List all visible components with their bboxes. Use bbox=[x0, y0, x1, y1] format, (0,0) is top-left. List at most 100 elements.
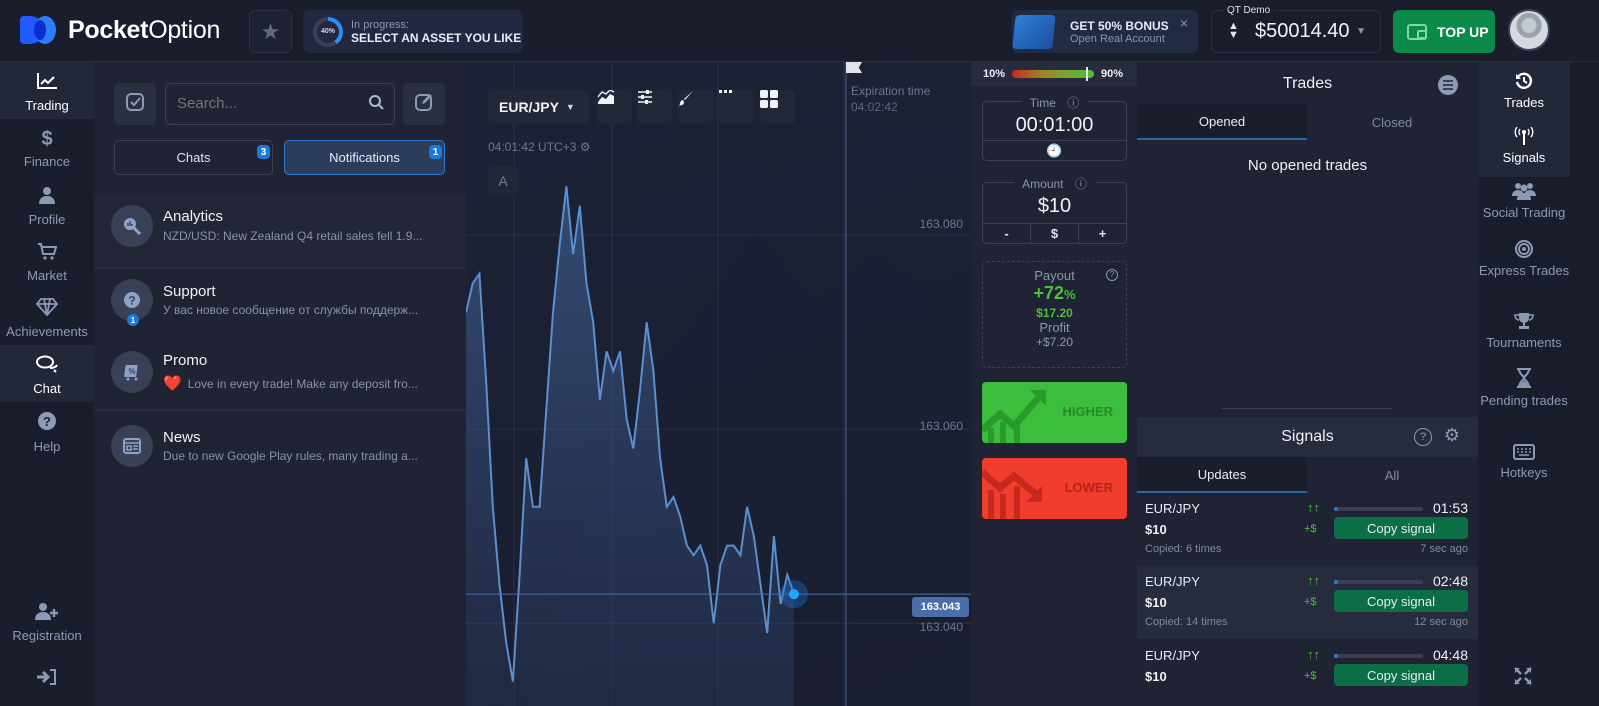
tab-all[interactable]: All bbox=[1307, 457, 1477, 493]
lower-button[interactable]: LOWER bbox=[982, 458, 1127, 519]
signal-amount: $10 bbox=[1145, 669, 1167, 684]
tab-label: Notifications bbox=[329, 150, 400, 165]
onboarding-progress[interactable]: 40% In progress: SELECT AN ASSET YOU LIK… bbox=[303, 10, 523, 53]
empty-trades-text: No opened trades bbox=[1247, 157, 1368, 174]
progress-status: In progress: bbox=[351, 18, 410, 31]
more-options-button[interactable] bbox=[719, 90, 754, 124]
y-axis-label: 163.080 bbox=[919, 217, 963, 231]
amount-value[interactable]: $10 bbox=[983, 195, 1126, 218]
copy-signal-button[interactable]: Copy signal bbox=[1334, 590, 1468, 612]
gear-icon[interactable]: ⚙ bbox=[1444, 425, 1460, 446]
copy-signal-button[interactable]: Copy signal bbox=[1334, 664, 1468, 686]
tab-notifications[interactable]: Notifications 1 bbox=[284, 140, 445, 175]
resize-handle[interactable] bbox=[1222, 408, 1392, 409]
sidebar-item-help[interactable]: ? Help bbox=[0, 411, 94, 454]
notification-item-promo[interactable]: % Promo ❤️ Love in every trade! Make any … bbox=[94, 341, 466, 413]
drawing-mode-button[interactable]: A bbox=[488, 166, 518, 196]
close-icon[interactable]: × bbox=[1180, 15, 1188, 31]
unread-badge: 3 bbox=[257, 145, 270, 159]
fullscreen-icon[interactable] bbox=[1514, 667, 1532, 691]
drawing-tools-button[interactable] bbox=[678, 90, 713, 124]
signal-pair: EUR/JPY bbox=[1145, 648, 1200, 663]
trades-title: Trades bbox=[1282, 75, 1333, 92]
clock-icon[interactable]: 🕘 bbox=[983, 141, 1126, 160]
sidebar-label: Registration bbox=[12, 628, 82, 643]
bonus-subtitle: Open Real Account bbox=[1070, 32, 1165, 45]
sidebar-item-pending-trades[interactable]: Pending trades bbox=[1478, 368, 1570, 408]
account-selector[interactable]: QT Demo ▲ ▼ $50014.40 ▼ bbox=[1211, 5, 1381, 53]
price-chart[interactable]: EUR/JPY ▼ 04:01:42 UTC+3 ⚙ A Expiration t… bbox=[466, 62, 971, 706]
time-label: Time bbox=[1025, 96, 1060, 110]
tab-updates[interactable]: Updates bbox=[1137, 457, 1307, 493]
tab-closed[interactable]: Closed bbox=[1307, 104, 1477, 140]
search-field[interactable] bbox=[165, 83, 395, 125]
sidebar-label: Hotkeys bbox=[1500, 465, 1548, 480]
notification-text: ❤️ Love in every trade! Make any deposit … bbox=[163, 374, 418, 392]
layout-button[interactable] bbox=[760, 90, 795, 124]
logo-text-bold: Pocket bbox=[68, 15, 149, 44]
sidebar-item-registration[interactable]: Registration bbox=[0, 602, 94, 643]
compose-button[interactable] bbox=[403, 83, 445, 125]
chart-line-icon bbox=[0, 72, 94, 95]
time-field[interactable]: Time ⓘ 00:01:00 🕘 bbox=[982, 96, 1127, 161]
time-value[interactable]: 00:01:00 bbox=[983, 114, 1126, 137]
checkbox-check-icon bbox=[126, 92, 144, 116]
gear-icon[interactable]: ⚙ bbox=[580, 140, 591, 154]
search-icon[interactable] bbox=[368, 94, 384, 115]
sidebar-item-hotkeys[interactable]: Hotkeys bbox=[1478, 444, 1570, 480]
question-icon[interactable]: ⓘ bbox=[1070, 177, 1091, 191]
amount-increase-button[interactable]: + bbox=[1079, 224, 1126, 243]
sidebar-item-login[interactable] bbox=[0, 668, 94, 694]
sidebar-item-profile[interactable]: Profile bbox=[0, 186, 94, 227]
notification-item-news[interactable]: News Due to new Google Play rules, many … bbox=[94, 411, 466, 483]
question-icon[interactable]: ? bbox=[1414, 428, 1432, 446]
avatar[interactable] bbox=[1508, 9, 1550, 51]
notification-item-support[interactable]: ? 1 Support У вас новое сообщение от слу… bbox=[94, 269, 466, 341]
notification-item-analytics[interactable]: Analytics NZD/USD: New Zealand Q4 retail… bbox=[94, 196, 466, 268]
user-plus-icon bbox=[0, 602, 94, 625]
list-icon[interactable] bbox=[1438, 75, 1458, 95]
higher-button[interactable]: HIGHER bbox=[982, 382, 1127, 443]
sidebar-item-trading[interactable]: Trading bbox=[0, 62, 94, 119]
sidebar-item-social-trading[interactable]: Social Trading bbox=[1478, 182, 1570, 220]
asset-selector[interactable]: EUR/JPY ▼ bbox=[488, 90, 589, 124]
sidebar-item-express-trades[interactable]: Express Trades bbox=[1478, 240, 1570, 278]
notification-title: Analytics bbox=[163, 208, 224, 225]
chat-panel: Chats 3 Notifications 1 Analytics NZD/US… bbox=[94, 62, 466, 706]
bonus-banner[interactable]: GET 50% BONUS Open Real Account × bbox=[1012, 10, 1198, 53]
sentiment-marker bbox=[1085, 67, 1088, 81]
sidebar-item-achievements[interactable]: Achievements bbox=[0, 298, 94, 339]
question-icon[interactable]: ? bbox=[1106, 269, 1118, 281]
sidebar-item-tournaments[interactable]: Tournaments bbox=[1478, 312, 1570, 350]
sidebar-item-market[interactable]: Market bbox=[0, 242, 94, 283]
trend-down-icon bbox=[982, 469, 1042, 519]
amount-decrease-button[interactable]: - bbox=[983, 224, 1031, 243]
mark-read-button[interactable] bbox=[114, 83, 156, 125]
tab-opened[interactable]: Opened bbox=[1137, 104, 1307, 140]
logo[interactable]: PocketOption bbox=[20, 14, 220, 46]
indicators-button[interactable] bbox=[637, 90, 672, 124]
signal-progress-fill bbox=[1334, 507, 1339, 511]
sidebar-item-chat[interactable]: Chat bbox=[0, 345, 94, 402]
question-icon[interactable]: ⓘ bbox=[1063, 96, 1084, 110]
tab-label: Chats bbox=[176, 150, 211, 165]
chart-type-button[interactable] bbox=[597, 90, 632, 124]
trade-panel: 10% 90% Time ⓘ 00:01:00 🕘 Amount ⓘ $10 -… bbox=[971, 62, 1137, 706]
search-input[interactable] bbox=[177, 95, 357, 112]
currency-button[interactable]: $ bbox=[1031, 224, 1079, 243]
sidebar-item-finance[interactable]: $ Finance bbox=[0, 128, 94, 169]
tab-chats[interactable]: Chats 3 bbox=[114, 140, 273, 175]
favorites-button[interactable]: ★ bbox=[249, 10, 292, 53]
svg-text:?: ? bbox=[43, 414, 51, 429]
y-axis-label: 163.060 bbox=[919, 419, 963, 433]
top-up-button[interactable]: TOP UP bbox=[1393, 10, 1495, 53]
copy-signal-button[interactable]: Copy signal bbox=[1334, 517, 1468, 539]
trades-panel: Trades Opened Closed No opened trades Si… bbox=[1137, 62, 1478, 706]
sidebar-item-signals[interactable]: Signals bbox=[1478, 117, 1570, 177]
chart-canvas[interactable] bbox=[466, 62, 971, 706]
sidebar-item-trades[interactable]: Trades bbox=[1478, 62, 1570, 117]
account-balance: $50014.40 bbox=[1255, 20, 1350, 42]
amount-field[interactable]: Amount ⓘ $10 - $ + bbox=[982, 177, 1127, 244]
sidebar-label: Pending trades bbox=[1480, 393, 1568, 408]
trend-up-icon bbox=[982, 390, 1046, 443]
